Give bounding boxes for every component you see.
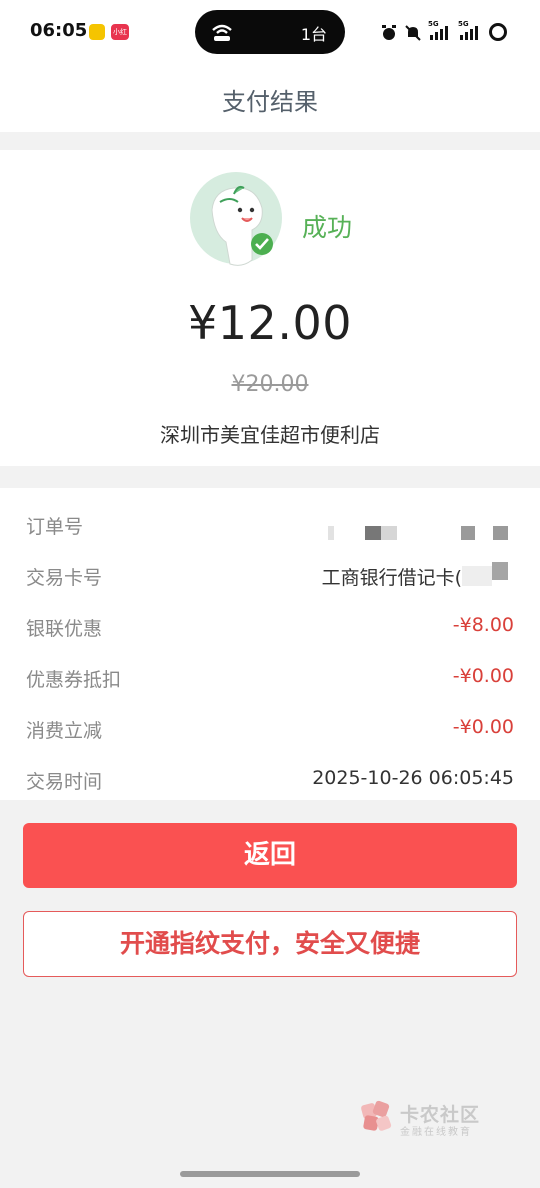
battery-ring-icon	[489, 23, 507, 41]
detail-row-coupon-deduction: 优惠券抵扣 -¥0.00	[0, 653, 540, 703]
instant-discount-label: 消费立减	[26, 720, 103, 742]
hotspot-icon	[212, 24, 232, 41]
status-bar: 06:05 小红书 1台 5G 5G	[0, 0, 540, 64]
detail-row-card-number: 交易卡号 工商银行借记卡(	[0, 551, 540, 601]
xiaohongshu-notification-icon: 小红书	[111, 24, 129, 52]
alarm-icon	[382, 25, 396, 40]
paid-amount: ¥12.00	[188, 296, 352, 350]
unionpay-discount-label: 银联优惠	[26, 618, 103, 640]
island-count: 1台	[300, 25, 327, 44]
watermark: 卡农社区 金融在线教育	[360, 1098, 490, 1138]
order-number-label: 订单号	[26, 516, 84, 538]
dynamic-island[interactable]: 1台	[195, 10, 345, 54]
success-mascot-icon	[190, 172, 282, 266]
kanong-logo-icon	[361, 1100, 392, 1131]
coupon-deduction-value: -¥0.00	[452, 665, 514, 687]
home-indicator[interactable]	[180, 1171, 360, 1177]
transaction-time-label: 交易时间	[26, 771, 103, 793]
enable-fingerprint-payment-button[interactable]: 开通指纹支付，安全又便捷	[23, 911, 517, 977]
detail-row-instant-discount: 消费立减 -¥0.00	[0, 704, 540, 754]
back-button[interactable]: 返回	[23, 823, 517, 888]
masked-card-number-block	[492, 562, 508, 580]
masked-order-number-block	[328, 526, 334, 540]
transaction-details: 订单号 交易卡号 工商银行借记卡( 银联优惠 -¥8.00 优惠券抵扣 -¥0.…	[0, 488, 540, 800]
card-number-label: 交易卡号	[26, 567, 103, 589]
masked-card-number-block	[462, 566, 492, 586]
masked-order-number-block	[381, 526, 397, 540]
instant-discount-value: -¥0.00	[452, 716, 514, 738]
payment-status: 成功	[302, 213, 353, 242]
mute-bell-icon	[405, 25, 421, 41]
masked-order-number-block	[365, 526, 381, 540]
detail-row-transaction-time: 交易时间 2025-10-26 06:05:45	[0, 755, 540, 805]
notification-app-icon	[89, 24, 105, 40]
detail-row-unionpay-discount: 银联优惠 -¥8.00	[0, 602, 540, 652]
masked-order-number-block	[493, 526, 508, 540]
card-number-value: 工商银行借记卡(	[321, 567, 462, 589]
nav-header: 支付结果	[0, 64, 540, 132]
coupon-deduction-label: 优惠券抵扣	[26, 669, 122, 691]
unionpay-discount-value: -¥8.00	[452, 614, 514, 636]
transaction-time-value: 2025-10-26 06:05:45	[312, 767, 514, 789]
watermark-subtitle: 金融在线教育	[400, 1127, 472, 1138]
status-icons: 5G 5G	[380, 20, 510, 44]
status-time: 06:05	[30, 20, 88, 41]
original-amount: ¥20.00	[231, 372, 309, 397]
detail-row-order-number: 订单号	[0, 500, 540, 550]
masked-order-number-block	[461, 526, 475, 540]
page-title: 支付结果	[222, 88, 318, 116]
payment-result-card: 成功 ¥12.00 ¥20.00 深圳市美宜佳超市便利店	[0, 150, 540, 466]
merchant-name: 深圳市美宜佳超市便利店	[160, 423, 380, 447]
